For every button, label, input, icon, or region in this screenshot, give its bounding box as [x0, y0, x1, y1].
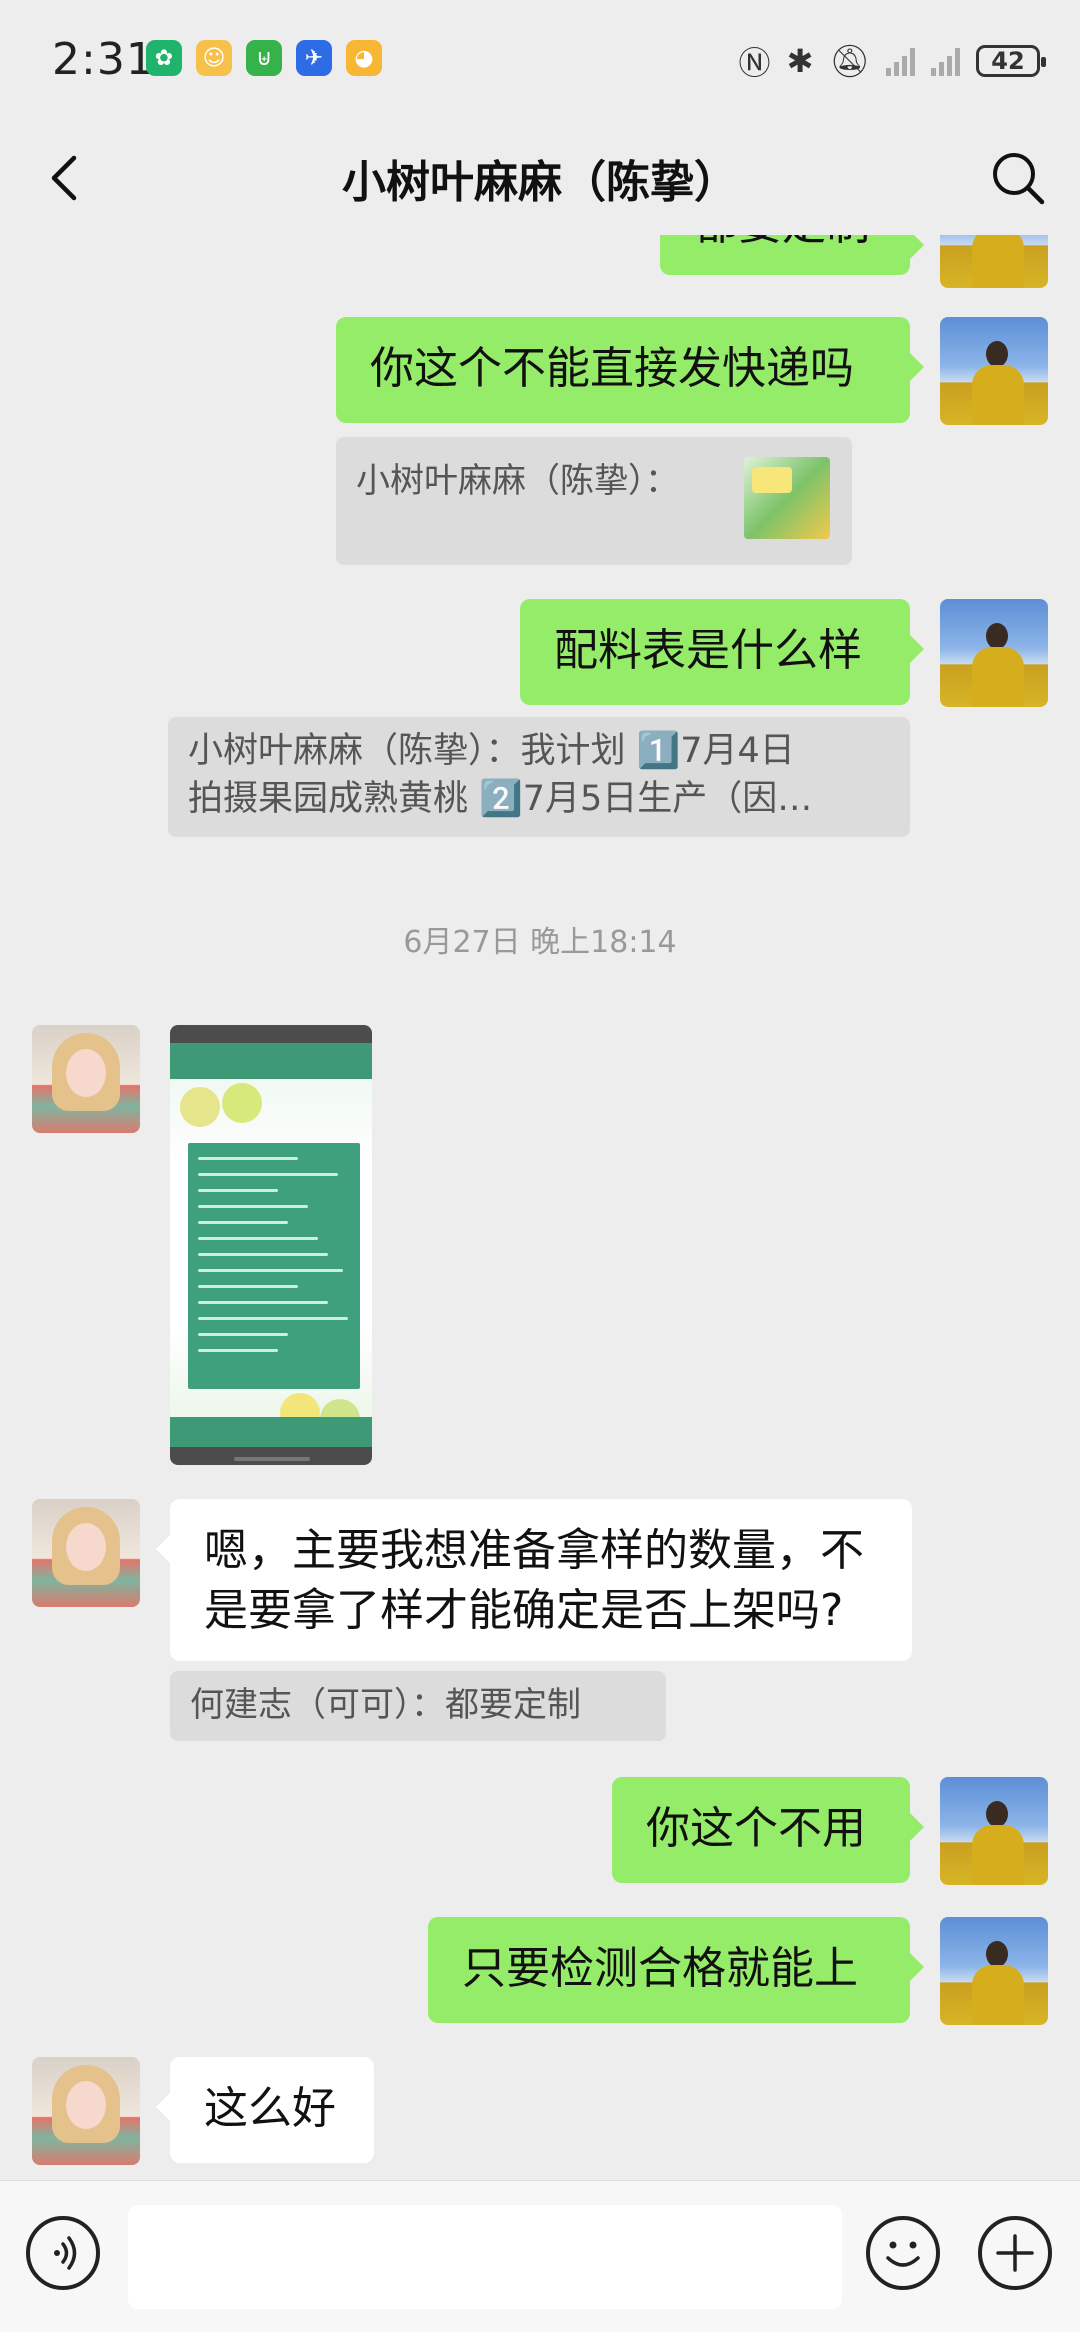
quoted-message[interactable]: 小树叶麻麻（陈挚）：我计划 1️⃣7月4日 拍摄果园成熟黄桃 2️⃣7月5日生产…: [168, 717, 910, 837]
quoted-message[interactable]: 何建志（可可）：都要定制: [170, 1671, 666, 1741]
chat-title: 小树叶麻麻（陈挚）: [342, 157, 738, 208]
plus-icon: [996, 2234, 1034, 2272]
avatar-contact[interactable]: [32, 1025, 140, 1133]
emoji-button[interactable]: [866, 2216, 940, 2290]
avatar-self[interactable]: [940, 1777, 1048, 1885]
message-input[interactable]: [128, 2205, 842, 2309]
quote-text: 何建志（可可）：都要定制: [190, 1685, 581, 1725]
message-text: 这么好: [204, 2083, 336, 2134]
search-icon[interactable]: [986, 146, 1050, 210]
timestamp: 6月27日 晚上18:14: [403, 925, 677, 960]
nfc-icon: Ⓝ: [738, 44, 771, 82]
shop-app-icon: ⊎: [246, 40, 282, 76]
status-time: 2:31: [52, 34, 155, 85]
image-message[interactable]: [170, 1025, 372, 1465]
message-bubble-sent[interactable]: 你这个不用: [612, 1777, 924, 1883]
signal-icon: [886, 46, 915, 76]
plane-app-icon: ✈: [296, 40, 332, 76]
message-text: 你这个不用: [646, 1803, 866, 1854]
quote-text: 小树叶麻麻（陈挚）：: [356, 461, 679, 501]
message-text: 只要检测合格就能上: [462, 1943, 858, 1994]
avatar-self[interactable]: [940, 317, 1048, 425]
message-bubble-sent[interactable]: 都要定制: [660, 235, 924, 275]
message-text: 都要定制: [694, 235, 870, 250]
message-text: 配料表是什么样: [554, 625, 862, 676]
system-icons: Ⓝ ✱ 🔕︎ 42: [738, 38, 1046, 84]
bluetooth-icon: ✱: [786, 42, 814, 80]
message-bubble-received[interactable]: 嗯，主要我想准备拿样的数量，不 是要拿了样才能确定是否上架吗?: [156, 1499, 912, 1661]
message-bubble-received[interactable]: 这么好: [156, 2057, 374, 2163]
message-text: 你这个不能直接发快递吗: [370, 343, 854, 394]
ingredient-label-image: [170, 1043, 372, 1447]
quoted-message[interactable]: 小树叶麻麻（陈挚）：: [336, 437, 852, 565]
message-bubble-sent[interactable]: 只要检测合格就能上: [428, 1917, 924, 2023]
quote-text-line: 拍摄果园成熟黄桃 2️⃣7月5日生产（因…: [188, 779, 813, 819]
message-list[interactable]: 都要定制 你这个不能直接发快递吗 小树叶麻麻（陈挚）： 配料表是什么样 小树叶麻…: [0, 235, 1080, 2180]
voice-icon: [54, 2236, 77, 2270]
status-bar: 2:31 ✿ ☺ ⊎ ✈ ◕ Ⓝ ✱ 🔕︎ 42: [0, 0, 1080, 120]
mute-icon: 🔕︎: [829, 42, 870, 80]
doll-app-icon: ☺: [196, 40, 232, 76]
message-text-line: 嗯，主要我想准备拿样的数量，不: [204, 1525, 864, 1576]
quote-text-line: 小树叶麻麻（陈挚）：我计划 1️⃣7月4日: [188, 731, 795, 771]
product-thumbnail[interactable]: [744, 457, 830, 539]
avatar-self[interactable]: [940, 1917, 1048, 2025]
leaf-app-icon: ✿: [146, 40, 182, 76]
avatar-self[interactable]: [940, 235, 1048, 288]
message-bubble-sent[interactable]: 配料表是什么样: [520, 599, 924, 705]
voice-input-button[interactable]: [26, 2216, 100, 2290]
duck-app-icon: ◕: [346, 40, 382, 76]
message-bubble-sent[interactable]: 你这个不能直接发快递吗: [336, 317, 924, 423]
avatar-self[interactable]: [940, 599, 1048, 707]
notification-icons: ✿ ☺ ⊎ ✈ ◕: [146, 40, 382, 76]
more-options-button[interactable]: [978, 2216, 1052, 2290]
chat-header: 小树叶麻麻（陈挚）: [0, 120, 1080, 235]
battery-icon: 42: [976, 45, 1046, 77]
smiley-icon: [886, 2241, 920, 2267]
avatar-contact[interactable]: [32, 1499, 140, 1607]
input-bar: [0, 2180, 1080, 2332]
signal-icon-2: [931, 46, 960, 76]
message-text-line: 是要拿了样才能确定是否上架吗?: [204, 1585, 844, 1636]
avatar-contact[interactable]: [32, 2057, 140, 2165]
